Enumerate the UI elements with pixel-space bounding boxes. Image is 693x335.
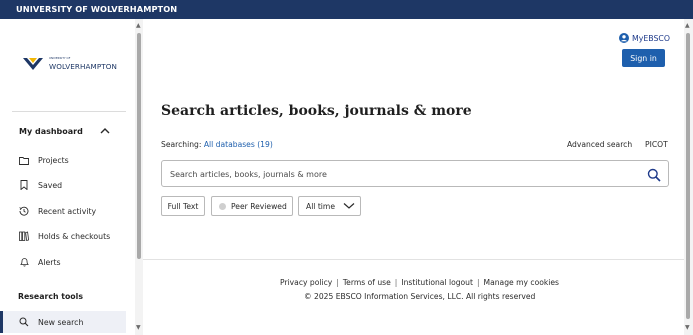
search-box [161,160,669,187]
footer-links: Privacy policy | Terms of use | Institutiona… [280,278,559,287]
sidebar-item-recent-activity[interactable]: Recent activity [14,200,126,222]
sidebar-scrollbar-thumb[interactable] [137,33,141,259]
top-banner: UNIVERSITY OF WOLVERHAMPTON [0,0,693,19]
user-account-icon [619,33,629,43]
searching-info: Searching: All databases (19) [161,140,273,149]
sidebar-item-saved[interactable]: Saved [14,174,126,196]
page-title: Search articles, books, journals & more [161,103,472,119]
myebsco-menu[interactable]: MyEBSCO [619,33,670,43]
full-text-filter-button[interactable]: Full Text [161,196,205,216]
sidebar-item-label: Projects [38,155,69,165]
research-tools-heading: Research tools [18,292,83,301]
search-submit-icon[interactable] [647,167,661,182]
privacy-policy-link[interactable]: Privacy policy [280,278,332,287]
folder-icon [18,154,30,166]
books-icon [18,230,30,242]
main-scrollbar-thumb[interactable] [686,33,690,319]
footer-separator: | [336,278,339,287]
institutional-logout-link[interactable]: Institutional logout [401,278,473,287]
scroll-down-arrow-icon[interactable]: ▼ [685,324,690,331]
copyright-text: © 2025 EBSCO Information Services, LLC. … [304,292,536,301]
search-icon [18,316,30,328]
toggle-indicator-icon [219,202,226,210]
sign-in-button[interactable]: Sign in [622,49,665,67]
sidebar-item-label: Saved [38,180,63,190]
full-text-label: Full Text [167,201,199,211]
scroll-down-arrow-icon[interactable]: ▼ [136,324,141,331]
sidebar: UNIVERSITY OF WOLVERHAMPTON My dashboard… [0,19,136,335]
institution-title: UNIVERSITY OF WOLVERHAMPTON [16,4,178,14]
chevron-up-icon [100,128,110,134]
myebsco-label: MyEBSCO [632,33,671,43]
advanced-search-link[interactable]: Advanced search [567,140,632,149]
peer-reviewed-filter-button[interactable]: Peer Reviewed [211,196,293,216]
sidebar-item-alerts[interactable]: Alerts [14,251,126,273]
logo-small-text: UNIVERSITY OF [49,56,71,60]
sidebar-item-label: Alerts [38,257,61,267]
dashboard-collapse-toggle[interactable] [97,123,113,139]
history-icon [18,205,30,217]
logo-mark-icon [23,58,43,70]
scroll-up-arrow-icon[interactable]: ▲ [136,22,141,29]
dashboard-heading: My dashboard [19,127,83,136]
date-range-dropdown[interactable]: All time [298,196,361,216]
content-divider [143,259,684,260]
sidebar-item-label: Recent activity [38,206,97,216]
university-logo[interactable]: UNIVERSITY OF WOLVERHAMPTON [22,55,122,75]
sidebar-item-label: Holds & checkouts [38,231,111,241]
sidebar-item-label: New search [38,317,84,327]
date-range-label: All time [306,201,335,211]
bookmark-icon [18,179,30,191]
chevron-down-icon [343,203,355,209]
bell-icon [18,256,30,268]
search-input[interactable] [170,166,640,182]
picot-link[interactable]: PICOT [645,140,668,149]
searching-label: Searching: [161,140,202,149]
sidebar-item-projects[interactable]: Projects [14,149,126,171]
sidebar-scrollbar[interactable]: ▲ ▼ [135,19,143,335]
sidebar-item-holds-checkouts[interactable]: Holds & checkouts [14,225,126,247]
manage-cookies-link[interactable]: Manage my cookies [484,278,560,287]
sidebar-item-new-search[interactable]: New search [0,311,126,333]
footer-separator: | [476,278,480,287]
logo-name: WOLVERHAMPTON [49,62,118,71]
scroll-up-arrow-icon[interactable]: ▲ [685,22,690,29]
all-databases-link[interactable]: All databases (19) [204,140,273,149]
main-scrollbar[interactable]: ▲ ▼ [684,19,693,335]
sidebar-divider [12,111,126,112]
peer-reviewed-label: Peer Reviewed [231,201,287,211]
footer-separator: | [394,278,398,287]
active-indicator [0,311,3,333]
terms-of-use-link[interactable]: Terms of use [343,278,391,287]
